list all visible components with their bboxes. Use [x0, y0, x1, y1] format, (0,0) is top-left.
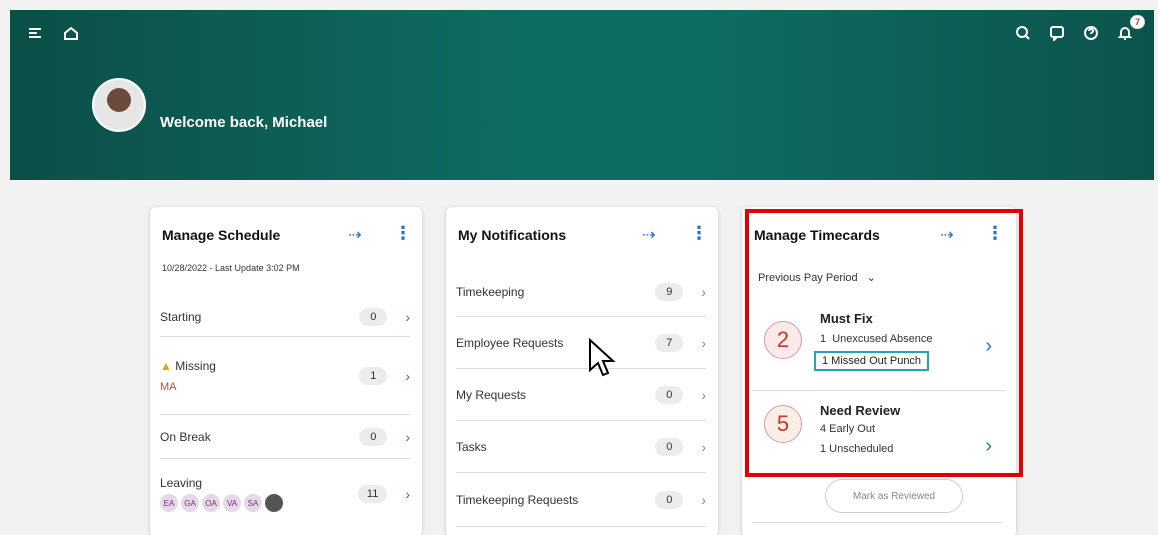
avatar: [265, 494, 283, 512]
bell-icon[interactable]: 7: [1114, 15, 1145, 44]
need-review-section[interactable]: 5 Need Review 4 Early Out 1 Unscheduled …: [752, 391, 1006, 471]
chevron-right-icon: ›: [405, 308, 410, 325]
chevron-right-icon: ›: [405, 428, 410, 445]
chevron-right-icon: ›: [985, 435, 992, 457]
chevron-right-icon: ›: [701, 386, 706, 403]
list-item[interactable]: Timekeeping Requests 0 ›: [456, 473, 706, 527]
divider: [752, 522, 1002, 523]
avatar: EA: [160, 494, 178, 512]
chevron-right-icon: ›: [985, 335, 992, 357]
menu-icon[interactable]: [24, 22, 46, 44]
list-item[interactable]: Leaving EA GA OA VA SA 11 ›: [160, 459, 410, 529]
manage-schedule-card: Manage Schedule ⇢ ⋮ 10/28/2022 - Last Up…: [150, 207, 422, 535]
need-review-count: 5: [764, 405, 802, 443]
list-item[interactable]: Tasks 0 ›: [456, 421, 706, 473]
chevron-right-icon: ›: [701, 283, 706, 300]
chevron-right-icon: ›: [701, 491, 706, 508]
kebab-icon[interactable]: ⋮: [394, 223, 412, 244]
chevron-right-icon: ›: [701, 334, 706, 351]
list-item[interactable]: My Requests 0 ›: [456, 369, 706, 421]
cursor-icon: [589, 338, 616, 377]
initials: MA: [160, 380, 177, 393]
notification-badge: 7: [1129, 15, 1145, 29]
missed-out-punch[interactable]: 1 Missed Out Punch: [814, 351, 930, 371]
arrow-icon[interactable]: ⇢: [940, 225, 953, 245]
list-item[interactable]: Timekeeping 9 ›: [456, 267, 706, 317]
kebab-icon[interactable]: ⋮: [690, 223, 708, 244]
mark-as-reviewed-button[interactable]: Mark as Reviewed: [825, 479, 963, 513]
card-title: Manage Timecards: [754, 227, 880, 243]
pay-period-select[interactable]: Previous Pay Period ⌄: [758, 271, 876, 284]
avatar: OA: [202, 494, 220, 512]
card-title: Manage Schedule: [162, 227, 281, 243]
avatar: SA: [244, 494, 262, 512]
last-update: 10/28/2022 - Last Update 3:02 PM: [162, 263, 300, 273]
avatar: VA: [223, 494, 241, 512]
welcome-text: Welcome back, Michael: [160, 114, 328, 131]
search-icon[interactable]: [1012, 22, 1034, 44]
avatar: GA: [181, 494, 199, 512]
chevron-right-icon: ›: [405, 367, 410, 384]
arrow-icon[interactable]: ⇢: [348, 225, 361, 245]
chat-icon[interactable]: [1046, 22, 1068, 44]
list-item[interactable]: Starting 0 ›: [160, 297, 410, 337]
chevron-right-icon: ›: [405, 486, 410, 502]
card-title: My Notifications: [458, 227, 567, 243]
must-fix-count: 2: [764, 321, 802, 359]
header-banner: 7 Welcome back, Michael: [10, 10, 1154, 180]
chevron-down-icon: ⌄: [866, 272, 876, 284]
home-icon[interactable]: [60, 22, 82, 44]
list-item[interactable]: Employee Requests 7 ›: [456, 317, 706, 369]
avatar[interactable]: [92, 78, 146, 132]
arrow-icon[interactable]: ⇢: [642, 225, 655, 245]
my-notifications-card: My Notifications ⇢ ⋮ Timekeeping 9 › Emp…: [446, 207, 718, 535]
must-fix-section[interactable]: 2 Must Fix 1 Unexcused Absence 1 Missed …: [752, 299, 1006, 391]
warning-icon: ▲: [160, 358, 172, 373]
chevron-right-icon: ›: [701, 438, 706, 455]
list-item[interactable]: ▲ Missing MA 1 ›: [160, 337, 410, 415]
kebab-icon[interactable]: ⋮: [986, 223, 1004, 244]
help-icon[interactable]: [1080, 22, 1102, 44]
list-item[interactable]: On Break 0 ›: [160, 415, 410, 459]
